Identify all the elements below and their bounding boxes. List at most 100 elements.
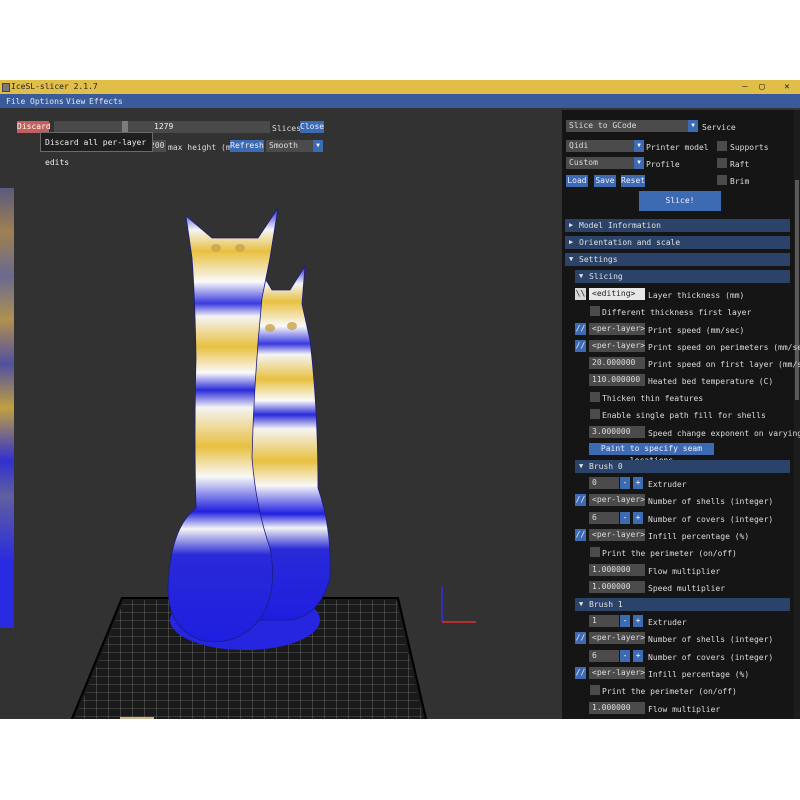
single-path-checkbox[interactable] <box>590 409 600 419</box>
profile-label: Profile <box>646 160 680 169</box>
menu-file[interactable]: File <box>6 97 25 106</box>
brush1-extruder-minus-button[interactable]: - <box>620 615 630 627</box>
brush0-flow-input[interactable]: 1.000000 <box>589 564 645 576</box>
diff-first-layer-checkbox[interactable] <box>590 306 600 316</box>
paint-seam-button[interactable]: Paint to specify seam locations <box>589 443 714 465</box>
section-settings[interactable]: ▼ Settings <box>565 253 790 266</box>
maximize-icon[interactable]: ▢ <box>755 81 769 93</box>
brush1-shells-mode-button[interactable]: // <box>575 632 586 644</box>
layer-thickness-input[interactable]: <editing> <box>589 288 645 300</box>
bed-temperature-input[interactable]: 110.000000 <box>589 374 645 386</box>
printer-dropdown-icon[interactable]: ▼ <box>634 140 644 152</box>
supports-label: Supports <box>730 143 769 152</box>
brush1-covers-input[interactable]: 6 <box>589 650 619 662</box>
brush0-covers-minus-button[interactable]: - <box>620 512 630 524</box>
brush1-flow-label: Flow multiplier <box>648 705 721 714</box>
brush1-covers-label: Number of covers (integer) <box>648 653 774 662</box>
profile-dropdown-icon[interactable]: ▼ <box>634 157 644 169</box>
expanded-arrow-icon: ▼ <box>579 462 584 470</box>
menu-effects[interactable]: Effects <box>89 97 123 106</box>
brush0-covers-input[interactable]: 6 <box>589 512 619 524</box>
brush0-shells-mode-button[interactable]: // <box>575 494 586 506</box>
raft-checkbox[interactable] <box>717 158 727 168</box>
brush1-infill-label: Infill percentage (%) <box>648 670 750 679</box>
save-button[interactable]: Save <box>594 175 616 187</box>
brush1-covers-minus-button[interactable]: - <box>620 650 630 662</box>
section-model-information[interactable]: ▶ Model Information <box>565 219 790 232</box>
first-layer-speed-label: Print speed on first layer (mm/sec) <box>648 360 800 369</box>
window-title: IceSL-slicer 2.1.7 <box>11 82 98 91</box>
speed-exponent-input[interactable]: 3.000000 <box>589 426 645 438</box>
brush0-flow-label: Flow multiplier <box>648 567 721 576</box>
brush0-extruder-input[interactable]: 0 <box>589 477 619 489</box>
brush0-shells-label: Number of shells (integer) <box>648 497 774 506</box>
menu-options[interactable]: Options <box>30 97 64 106</box>
brush1-covers-plus-button[interactable]: + <box>633 650 643 662</box>
brush0-speed-input[interactable]: 1.000000 <box>589 581 645 593</box>
print-speed-input[interactable]: <per-layer> <box>589 323 645 335</box>
brush1-shells-input[interactable]: <per-layer> <box>589 632 645 644</box>
brush0-extruder-minus-button[interactable]: - <box>620 477 630 489</box>
service-select[interactable]: Slice to GCode <box>566 120 690 132</box>
brush1-print-perimeter-checkbox[interactable] <box>590 685 600 695</box>
section-slicing[interactable]: ▼ Slicing <box>575 270 790 283</box>
cat-eye-right <box>235 244 245 252</box>
print-speed-mode-button[interactable]: // <box>575 323 586 335</box>
reset-button[interactable]: Reset <box>621 175 645 187</box>
brush0-extruder-plus-button[interactable]: + <box>633 477 643 489</box>
printer-select[interactable]: Qidi <box>566 140 636 152</box>
close-icon[interactable]: ✕ <box>780 81 794 93</box>
refresh-button[interactable]: Refresh <box>230 140 264 152</box>
brush0-covers-label: Number of covers (integer) <box>648 515 774 524</box>
brush1-extruder-plus-button[interactable]: + <box>633 615 643 627</box>
brush1-flow-input[interactable]: 1.000000 <box>589 702 645 714</box>
slice-button[interactable]: Slice! <box>639 191 721 211</box>
brush0-infill-mode-button[interactable]: // <box>575 529 586 541</box>
brush0-infill-input[interactable]: <per-layer> <box>589 529 645 541</box>
printer-label: Printer model <box>646 143 709 152</box>
brush0-shells-input[interactable]: <per-layer> <box>589 494 645 506</box>
section-brush-1[interactable]: ▼ Brush 1 <box>575 598 790 611</box>
brush0-print-perimeter-checkbox[interactable] <box>590 547 600 557</box>
brush1-print-perimeter-label: Print the perimeter (on/off) <box>602 687 737 696</box>
load-button[interactable]: Load <box>566 175 588 187</box>
service-dropdown-icon[interactable]: ▼ <box>688 120 698 132</box>
brush0-covers-plus-button[interactable]: + <box>633 512 643 524</box>
print-speed-label: Print speed (mm/sec) <box>648 326 745 335</box>
brush1-infill-mode-button[interactable]: // <box>575 667 586 679</box>
brim-checkbox[interactable] <box>717 175 727 185</box>
viewport-3d[interactable]: Discard 1279 Slices Close 200 max height… <box>0 108 562 719</box>
menu-view[interactable]: View <box>66 97 85 106</box>
render-mode-select[interactable]: Smooth <box>266 140 314 152</box>
expanded-arrow-icon: ▼ <box>579 272 584 280</box>
app-icon <box>2 83 10 92</box>
brush1-extruder-input[interactable]: 1 <box>589 615 619 627</box>
discard-tooltip: Discard all per-layer edits <box>40 132 153 167</box>
brush0-speed-label: Speed multiplier <box>648 584 726 593</box>
first-layer-speed-input[interactable]: 20.000000 <box>589 357 645 369</box>
profile-select[interactable]: Custom <box>566 157 636 169</box>
panel-scrollbar[interactable] <box>794 110 800 719</box>
app-window: IceSL-slicer 2.1.7 — ▢ ✕ File Options Vi… <box>0 80 800 719</box>
slices-label: Slices <box>272 124 301 133</box>
settings-panel[interactable]: Slice to GCode ▼ Service Qidi ▼ Printer … <box>562 110 800 719</box>
brush0-print-perimeter-label: Print the perimeter (on/off) <box>602 549 737 558</box>
layer-thickness-label: Layer thickness (mm) <box>648 291 745 300</box>
section-brush-0[interactable]: ▼ Brush 0 <box>575 460 790 473</box>
cat-eye-back-left <box>265 324 275 332</box>
layer-thickness-mode-button[interactable]: \\ <box>575 288 586 300</box>
slice-slider-value: 1279 <box>154 122 174 131</box>
brim-label: Brim <box>730 177 750 186</box>
close-slices-button[interactable]: Close <box>300 121 324 133</box>
render-mode-dropdown-icon[interactable]: ▼ <box>313 140 323 152</box>
thicken-thin-checkbox[interactable] <box>590 392 600 402</box>
supports-checkbox[interactable] <box>717 141 727 151</box>
brush1-infill-input[interactable]: <per-layer> <box>589 667 645 679</box>
section-orientation-scale[interactable]: ▶ Orientation and scale <box>565 236 790 249</box>
perimeter-speed-input[interactable]: <per-layer> <box>589 340 645 352</box>
single-path-label: Enable single path fill for shells <box>602 411 766 420</box>
cat-eye-left <box>211 244 221 252</box>
minimize-icon[interactable]: — <box>738 81 752 93</box>
bed-temperature-label: Heated bed temperature (C) <box>648 377 774 386</box>
perimeter-speed-mode-button[interactable]: // <box>575 340 586 352</box>
